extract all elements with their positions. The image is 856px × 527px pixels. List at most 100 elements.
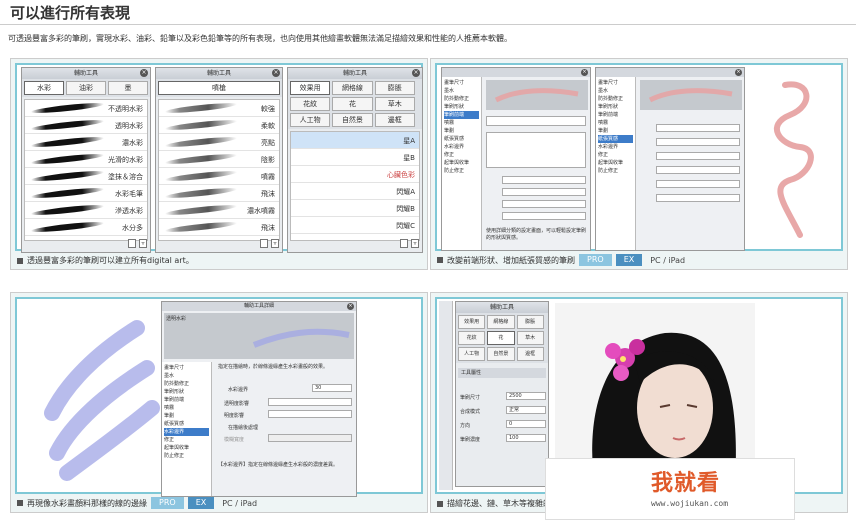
list-item[interactable]: 不透明水彩: [25, 100, 147, 117]
tab-oil[interactable]: 油彩: [66, 81, 106, 95]
list-item[interactable]: 塗抹＆溶合: [25, 168, 147, 185]
sidebar-item[interactable]: 紙張質感: [444, 135, 479, 143]
sidebar-item[interactable]: 筆劃: [444, 127, 479, 135]
list-item[interactable]: 飛沫: [159, 185, 279, 202]
sidebar-item[interactable]: 畫筆尺寸: [164, 364, 209, 372]
list-item[interactable]: 較強: [159, 100, 279, 117]
sidebar-item[interactable]: 起筆與收筆: [598, 159, 633, 167]
tab-flower[interactable]: 花: [332, 97, 373, 111]
sidebar-item[interactable]: 起筆與收筆: [164, 444, 209, 452]
sidebar-item[interactable]: 噴霧: [164, 404, 209, 412]
sidebar-item[interactable]: 修正: [444, 151, 479, 159]
sidebar-item[interactable]: 水彩邊界: [164, 428, 209, 436]
trash-icon[interactable]: ▿: [139, 239, 147, 248]
tab-swell[interactable]: 膨脹: [516, 315, 544, 329]
tab-grid[interactable]: 網格線: [332, 81, 373, 95]
sidebar-item[interactable]: 防抖動修正: [164, 380, 209, 388]
brightness-slider[interactable]: [268, 410, 352, 418]
tab-border[interactable]: 邊框: [374, 113, 415, 127]
list-item[interactable]: 透明水彩: [25, 117, 147, 134]
trash-icon[interactable]: ▿: [411, 239, 419, 248]
tab-swell[interactable]: 膨脹: [374, 81, 415, 95]
list-item[interactable]: 濃水噴霧: [159, 202, 279, 219]
list-item[interactable]: 亮點: [159, 134, 279, 151]
list-item[interactable]: 閃耀A: [291, 183, 419, 200]
sidebar-item[interactable]: 水彩邊界: [598, 143, 633, 151]
sidebar-item[interactable]: 噴霧: [598, 119, 633, 127]
sidebar-item[interactable]: 筆劃: [164, 412, 209, 420]
sidebar-item[interactable]: 墨水: [444, 87, 479, 95]
list-item[interactable]: 閃耀B: [291, 200, 419, 217]
sidebar-item[interactable]: 防止修正: [598, 167, 633, 175]
sidebar-item[interactable]: 防止修正: [164, 452, 209, 460]
list-item[interactable]: 滲透水彩: [25, 202, 147, 219]
new-icon[interactable]: [400, 239, 408, 248]
list-item[interactable]: 閃耀C: [291, 217, 419, 234]
sidebar-item[interactable]: 紙張質感: [164, 420, 209, 428]
sidebar-item[interactable]: 筆劃: [598, 127, 633, 135]
tab-pattern[interactable]: 花紋: [458, 331, 486, 345]
sidebar-item[interactable]: 噴霧: [444, 119, 479, 127]
blur-slider[interactable]: [268, 434, 352, 442]
sidebar-item[interactable]: 修正: [598, 151, 633, 159]
tab-plant[interactable]: 草木: [374, 97, 415, 111]
close-icon[interactable]: ×: [412, 69, 420, 77]
opacity-slider[interactable]: [268, 398, 352, 406]
tab-watercolor[interactable]: 水彩: [24, 81, 64, 95]
list-item[interactable]: 噴霧: [159, 168, 279, 185]
sidebar-item[interactable]: 筆刷形狀: [164, 388, 209, 396]
sidebar-item[interactable]: 畫筆尺寸: [598, 79, 633, 87]
sidebar-item[interactable]: 墨水: [598, 87, 633, 95]
sidebar-item[interactable]: 筆刷形狀: [598, 103, 633, 111]
brush-density-field[interactable]: 100: [506, 434, 546, 442]
sidebar-item[interactable]: 修正: [164, 436, 209, 444]
sidebar-item[interactable]: 起筆與收筆: [444, 159, 479, 167]
brush-size-field[interactable]: 2500: [506, 392, 546, 400]
blend-mode-select[interactable]: 正常: [506, 406, 546, 414]
sidebar-item[interactable]: 筆刷前端: [598, 111, 633, 119]
direction-field[interactable]: 0: [506, 420, 546, 428]
list-item[interactable]: 水彩毛筆: [25, 185, 147, 202]
close-icon[interactable]: ×: [272, 69, 280, 77]
tab-flower[interactable]: 花: [487, 331, 515, 345]
close-icon[interactable]: ×: [347, 303, 354, 310]
sidebar-item[interactable]: 畫筆尺寸: [444, 79, 479, 87]
sidebar-item[interactable]: 墨水: [164, 372, 209, 380]
sidebar-item[interactable]: 紙張質感: [598, 135, 633, 143]
tab-ink[interactable]: 墨: [108, 81, 148, 95]
close-icon[interactable]: ×: [140, 69, 148, 77]
edge-value-field[interactable]: 30: [312, 384, 352, 392]
list-item[interactable]: 陰影: [159, 151, 279, 168]
list-item[interactable]: 星A: [291, 132, 419, 149]
tab-pattern[interactable]: 花紋: [290, 97, 331, 111]
list-item[interactable]: 水分多: [25, 219, 147, 236]
list-item[interactable]: 心臟色彩: [291, 166, 419, 183]
sidebar-item[interactable]: 筆刷前端: [444, 111, 479, 119]
trash-icon[interactable]: ▿: [271, 239, 279, 248]
new-icon[interactable]: [260, 239, 268, 248]
tab-effect[interactable]: 效果用: [290, 81, 331, 95]
sidebar-item[interactable]: 防抖動修正: [444, 95, 479, 103]
sidebar-item[interactable]: 水彩邊界: [444, 143, 479, 151]
tab-artifact[interactable]: 人工物: [458, 347, 486, 361]
sidebar-item[interactable]: 防抖動修正: [598, 95, 633, 103]
close-icon[interactable]: ×: [735, 69, 742, 76]
list-item[interactable]: 星B: [291, 149, 419, 166]
tab-artifact[interactable]: 人工物: [290, 113, 331, 127]
list-item[interactable]: 柔軟: [159, 117, 279, 134]
list-item[interactable]: 飛沫: [159, 219, 279, 236]
tab-nature[interactable]: 自然景: [332, 113, 373, 127]
list-item[interactable]: 光滑的水彩: [25, 151, 147, 168]
tab-effect[interactable]: 效果用: [458, 315, 486, 329]
close-icon[interactable]: ×: [581, 69, 588, 76]
tab-airbrush[interactable]: 噴槍: [158, 81, 280, 95]
sidebar-item[interactable]: 防止修正: [444, 167, 479, 175]
sidebar-item[interactable]: 筆刷形狀: [444, 103, 479, 111]
tab-border[interactable]: 邊框: [516, 347, 544, 361]
tab-grid[interactable]: 網格線: [487, 315, 515, 329]
new-icon[interactable]: [128, 239, 136, 248]
tab-plant[interactable]: 草木: [516, 331, 544, 345]
sidebar-item[interactable]: 筆刷前端: [164, 396, 209, 404]
list-item[interactable]: 濃水彩: [25, 134, 147, 151]
tab-nature[interactable]: 自然景: [487, 347, 515, 361]
